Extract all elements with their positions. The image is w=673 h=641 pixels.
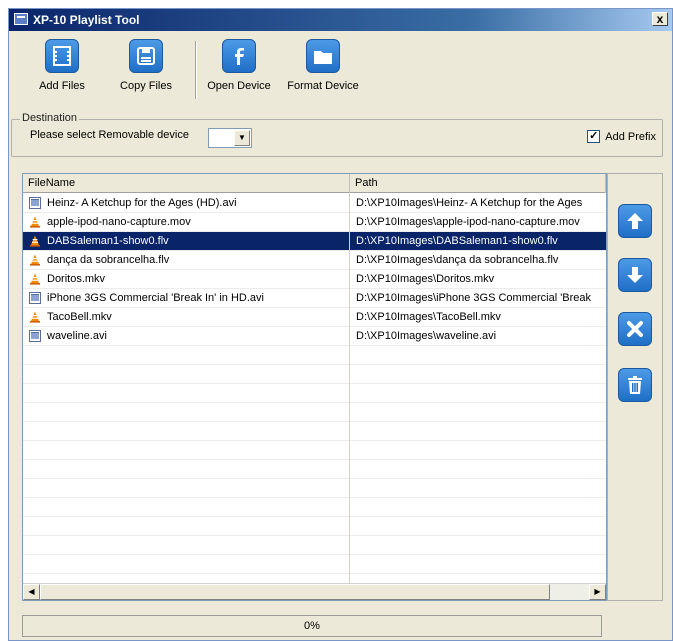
destination-group: Destination Please select Removable devi… <box>11 112 663 157</box>
path-cell: D:\XP10Images\iPhone 3GS Commercial 'Bre… <box>356 292 592 304</box>
empty-row <box>23 517 606 536</box>
path-cell: D:\XP10Images\apple-ipod-nano-capture.mo… <box>356 216 580 228</box>
empty-row <box>23 536 606 555</box>
empty-row <box>23 384 606 403</box>
filename-cell: DABSaleman1-show0.flv <box>47 235 169 247</box>
open-device-label: Open Device <box>207 80 271 92</box>
path-cell: D:\XP10Images\waveline.avi <box>356 330 497 342</box>
open-device-button[interactable]: Open Device <box>205 39 273 101</box>
table-row[interactable]: apple-ipod-nano-capture.mov D:\XP10Images… <box>23 213 606 232</box>
toolbar: Add Files Copy Files Open Device Format … <box>9 31 672 111</box>
format-device-label: Format Device <box>287 80 359 92</box>
close-button[interactable]: x <box>652 12 668 26</box>
move-up-button[interactable] <box>618 204 652 238</box>
facebook-icon <box>222 39 256 73</box>
add-prefix-label: Add Prefix <box>605 130 656 143</box>
copy-files-label: Copy Files <box>120 80 172 92</box>
app-window: XP-10 Playlist Tool x Add Files Copy Fil… <box>8 8 673 641</box>
column-header-path[interactable]: Path <box>350 174 606 193</box>
empty-row <box>23 403 606 422</box>
move-down-button[interactable] <box>618 258 652 292</box>
path-cell: D:\XP10Images\DABSaleman1-show0.flv <box>356 235 558 247</box>
path-cell: D:\XP10Images\TacoBell.mkv <box>356 311 501 323</box>
path-cell: D:\XP10Images\Heinz- A Ketchup for the A… <box>356 197 583 209</box>
chevron-down-icon[interactable]: ▼ <box>234 130 250 146</box>
horizontal-scrollbar[interactable]: ◀ ▶ <box>23 583 606 600</box>
add-prefix-option[interactable]: ✓ Add Prefix <box>587 130 656 143</box>
add-prefix-checkbox[interactable]: ✓ <box>587 130 601 143</box>
filename-cell: waveline.avi <box>47 330 107 342</box>
filename-cell: Heinz- A Ketchup for the Ages (HD).avi <box>47 197 237 209</box>
table-header: FileName Path <box>23 174 606 193</box>
device-select-label: Please select Removable device <box>30 129 189 141</box>
arrow-down-icon <box>627 267 643 283</box>
path-cell: D:\XP10Images\Doritos.mkv <box>356 273 495 285</box>
filename-cell: apple-ipod-nano-capture.mov <box>47 216 191 228</box>
empty-row <box>23 479 606 498</box>
side-button-panel <box>607 173 663 601</box>
empty-row <box>23 441 606 460</box>
column-header-filename[interactable]: FileName <box>23 174 350 193</box>
table-row[interactable]: TacoBell.mkv D:\XP10Images\TacoBell.mkv <box>23 308 606 327</box>
empty-row <box>23 422 606 441</box>
empty-row <box>23 365 606 384</box>
filename-cell: TacoBell.mkv <box>47 311 112 323</box>
table-row[interactable]: iPhone 3GS Commercial 'Break In' in HD.a… <box>23 289 606 308</box>
path-cell: D:\XP10Images\dança da sobrancelha.flv <box>356 254 559 266</box>
empty-row <box>23 555 606 574</box>
scrollbar-thumb[interactable] <box>40 584 550 600</box>
table-row[interactable]: Doritos.mkv D:\XP10Images\Doritos.mkv <box>23 270 606 289</box>
title-bar[interactable]: XP-10 Playlist Tool x <box>9 9 672 31</box>
table-row[interactable]: waveline.avi D:\XP10Images\waveline.avi <box>23 327 606 346</box>
scroll-left-icon[interactable]: ◀ <box>23 584 40 600</box>
copy-files-button[interactable]: Copy Files <box>114 39 178 101</box>
folder-icon <box>306 39 340 73</box>
empty-row <box>23 346 606 365</box>
floppy-icon <box>129 39 163 73</box>
window-title: XP-10 Playlist Tool <box>33 13 140 27</box>
table-row[interactable]: dança da sobrancelha.flv D:\XP10Images\da… <box>23 251 606 270</box>
playlist-table[interactable]: FileName Path Heinz- A Ketchup for the A… <box>22 173 607 601</box>
film-icon <box>45 39 79 73</box>
table-row[interactable]: Heinz- A Ketchup for the Ages (HD).avi D:… <box>23 194 606 213</box>
add-files-button[interactable]: Add Files <box>34 39 90 101</box>
progress-bar: 0% <box>22 615 602 637</box>
empty-row <box>23 498 606 517</box>
remove-button[interactable] <box>618 312 652 346</box>
format-device-button[interactable]: Format Device <box>283 39 363 101</box>
filename-cell: iPhone 3GS Commercial 'Break In' in HD.a… <box>47 292 264 304</box>
app-icon <box>14 13 28 25</box>
table-row[interactable]: DABSaleman1-show0.flv D:\XP10Images\DABSa… <box>23 232 606 251</box>
arrow-up-icon <box>627 213 643 229</box>
clear-all-button[interactable] <box>618 368 652 402</box>
progress-label: 0% <box>304 620 320 632</box>
device-select[interactable]: ▼ <box>208 128 252 148</box>
toolbar-separator <box>195 41 197 99</box>
trash-icon <box>628 376 642 394</box>
scroll-right-icon[interactable]: ▶ <box>589 584 606 600</box>
column-divider <box>349 193 350 585</box>
add-files-label: Add Files <box>39 80 85 92</box>
table-body: Heinz- A Ketchup for the Ages (HD).avi D:… <box>23 194 606 593</box>
filename-cell: dança da sobrancelha.flv <box>47 254 170 266</box>
x-icon <box>627 321 643 337</box>
filename-cell: Doritos.mkv <box>47 273 106 285</box>
empty-row <box>23 460 606 479</box>
destination-legend: Destination <box>20 112 80 124</box>
